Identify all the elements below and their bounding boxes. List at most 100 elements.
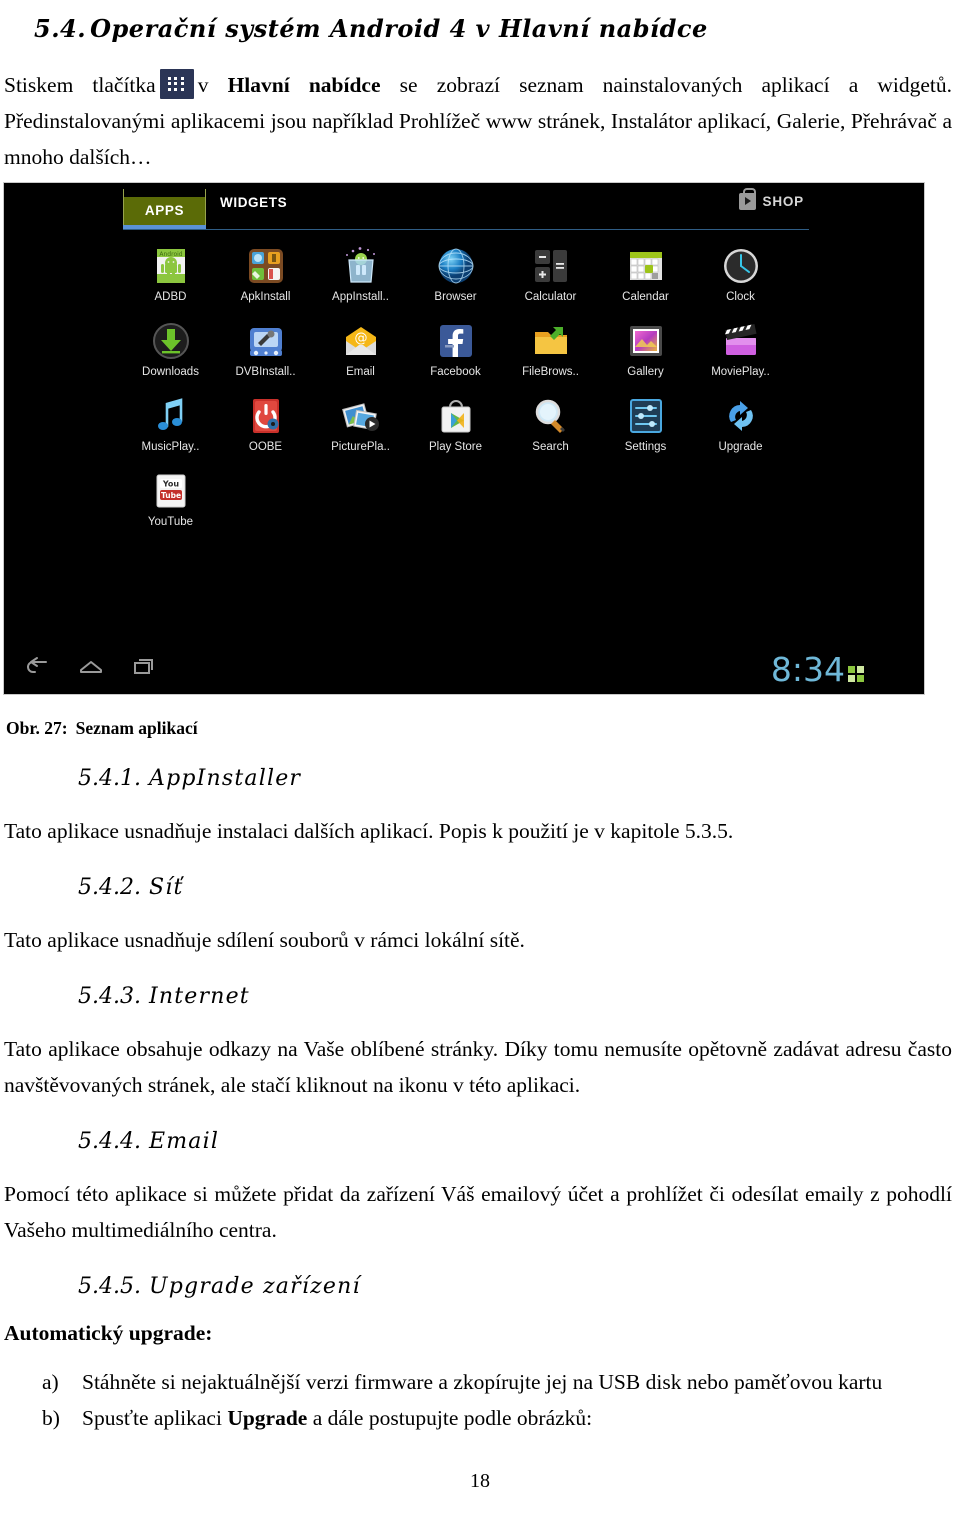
app-item-movieplayer[interactable]: MoviePlay.. [693,316,788,391]
app-item-musicplayer[interactable]: MusicPlay.. [123,391,218,466]
app-item-adbd[interactable]: Android ADBD [123,241,218,316]
page-number: 18 [470,1470,490,1492]
app-item-search[interactable]: Search [503,391,598,466]
automatic-upgrade-lead: Automatický upgrade: [4,1321,213,1345]
heading-number: 5.4.1. [78,766,141,791]
app-item-playstore[interactable]: Play Store [408,391,503,466]
shop-button[interactable]: SHOP [738,188,804,210]
youtube-icon: You Tube [149,469,193,513]
app-item-dvbinstall[interactable]: DVBInstall.. [218,316,313,391]
app-label: MusicPlay.. [141,441,200,453]
app-label: Downloads [142,366,199,378]
home-icon[interactable] [78,654,104,680]
content-flow: 5.4.1. AppInstaller Tato aplikace usnadňu… [0,748,960,1436]
app-item-facebook[interactable]: Facebook [408,316,503,391]
app-item-upgrade[interactable]: Upgrade [693,391,788,466]
app-item-calculator[interactable]: Calculator [503,241,598,316]
heading-5-4-2: 5.4.2. Síť [0,875,960,900]
list-item-text: Stáhněte si nejaktuálnější verzi firmwar… [82,1370,883,1394]
heading-title: Síť [148,875,184,900]
app-item-apkinstall[interactable]: ApkInstall [218,241,313,316]
app-item-email[interactable]: @ Email [313,316,408,391]
intro-bold-hlavni-nabidce: Hlavní nabídce [227,73,381,97]
app-label: Clock [726,291,755,303]
app-label: Settings [624,441,667,453]
settings-sliders-icon [624,394,668,438]
list-item: b) Spusťte aplikaci Upgrade a dále postu… [42,1400,950,1436]
paragraph-5-4-4: Pomocí této aplikace si můžete přidat da… [4,1182,952,1242]
app-label: Calculator [524,291,577,303]
app-item-settings[interactable]: Settings [598,391,693,466]
app-item-gallery[interactable]: Gallery [598,316,693,391]
app-item-youtube[interactable]: You Tube You Tube [123,466,218,541]
recents-icon[interactable] [132,654,158,680]
file-browser-folder-icon [529,319,573,363]
heading-number: 5.4.3. [78,984,141,1009]
heading-title: Internet [148,984,250,1009]
tab-widgets[interactable]: WIDGETS [220,195,287,210]
upgrade-refresh-icon [719,394,763,438]
play-store-icon [434,394,478,438]
caption-label: Obr. 27: [6,718,68,738]
calculator-icon [529,244,573,288]
app-item-browser[interactable]: Browser [408,241,503,316]
app-label: AppInstall.. [332,291,389,303]
svg-text:You: You [161,480,179,489]
heading-5-4-1: 5.4.1. AppInstaller [0,766,960,791]
apk-install-icon [244,244,288,288]
list-item-text-post: a dále postupujte podle obrázků: [307,1406,593,1430]
page-title: 5.4. Operační systém Android 4 v Hlavní n… [0,0,960,43]
paragraph-5-4-2: Tato aplikace usnadňuje sdílení souborů … [4,928,525,952]
browser-globe-icon [434,244,478,288]
heading-5-4-5: 5.4.5. Upgrade zařízení [0,1274,960,1299]
facebook-icon [434,319,478,363]
section-number: 5.4. [34,14,87,43]
list-item-text-pre: Spusťte aplikaci [82,1406,228,1430]
heading-number: 5.4.4. [78,1129,141,1154]
app-label: Calendar [622,291,669,303]
figure-caption: Obr. 27: Seznam aplikací [6,718,198,739]
app-label: ADBD [154,291,187,303]
heading-number: 5.4.2. [78,875,141,900]
app-icon-grid: Android ADBD ApkInstall AppInstall.. Bro… [123,241,823,541]
paragraph-5-4-3: Tato aplikace obsahuje odkazy na Vaše ob… [4,1037,952,1097]
tab-widgets-label: WIDGETS [220,195,288,210]
app-label: Search [532,441,569,453]
svg-text:Tube: Tube [160,491,180,500]
caption-text: Seznam aplikací [75,718,198,738]
app-item-appinstall[interactable]: AppInstall.. [313,241,408,316]
app-item-pictureplayer[interactable]: PicturePla.. [313,391,408,466]
apps-grid-icon [159,69,194,99]
tab-apps[interactable]: APPS [123,189,206,229]
heading-title: Upgrade zařízení [148,1274,361,1299]
app-item-calendar[interactable]: Calendar [598,241,693,316]
status-clock[interactable]: 8:34 [771,653,864,686]
back-arrow-icon[interactable] [24,654,50,680]
tabbar-divider [123,229,809,230]
app-label: Email [346,366,375,378]
app-item-oobe[interactable]: OOBE [218,391,313,466]
list-item: a) Stáhněte si nejaktuálnější verzi firm… [42,1364,950,1400]
app-drawer-tabbar: APPS WIDGETS SHOP [4,183,924,231]
oobe-power-icon [244,394,288,438]
app-item-filebrowser[interactable]: FileBrows.. [503,316,598,391]
app-label: PicturePla.. [331,441,390,453]
clock-icon [719,244,763,288]
heading-number: 5.4.5. [78,1274,141,1299]
movie-player-icon [719,319,763,363]
android-app-drawer: APPS WIDGETS SHOP Android ADBD ApkInstal… [3,182,925,695]
app-label: OOBE [248,441,283,453]
calendar-icon [624,244,668,288]
svg-text:Android: Android [159,251,182,258]
heading-5-4-4: 5.4.4. Email [0,1129,960,1154]
app-item-clock[interactable]: Clock [693,241,788,316]
clock-time: 8:34 [770,650,845,689]
upgrade-steps-list: a) Stáhněte si nejaktuálnější verzi firm… [0,1364,960,1436]
heading-title: AppInstaller [148,766,302,791]
app-item-downloads[interactable]: Downloads [123,316,218,391]
intro-paragraph: Stiskem tlačítka v Hlavní nabídce se zobr… [0,67,960,175]
shop-label: SHOP [762,194,804,209]
navbar-buttons [24,654,158,680]
network-signal-icon [848,666,864,682]
android-system-navbar: 8:34 [4,640,924,694]
